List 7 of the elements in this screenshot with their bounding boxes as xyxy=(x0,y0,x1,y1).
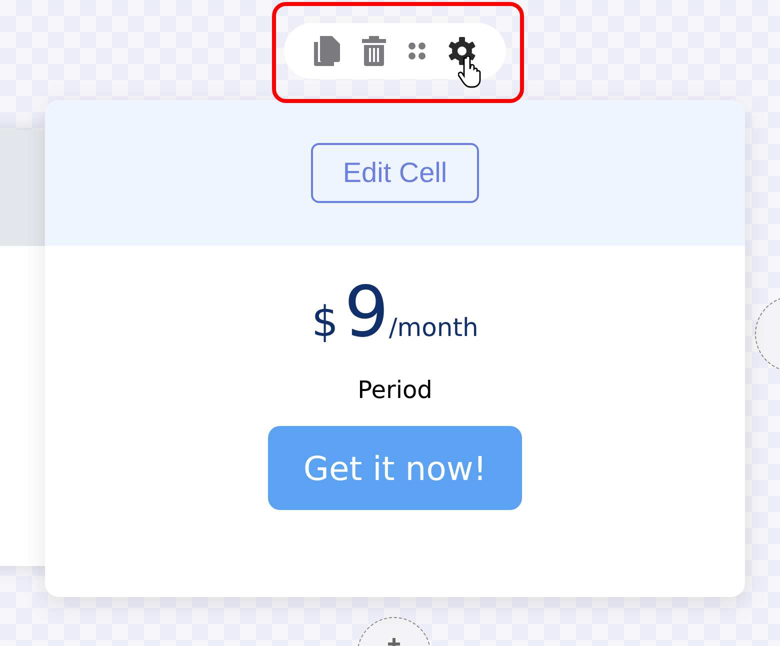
get-it-now-button[interactable]: Get it now! xyxy=(268,426,522,510)
trash-icon[interactable] xyxy=(362,36,386,66)
edit-cell-button[interactable]: Edit Cell xyxy=(311,143,479,203)
copy-icon[interactable] xyxy=(314,36,340,66)
period-label: Period xyxy=(358,376,432,404)
price: $9/month xyxy=(312,272,478,352)
drag-handle-icon[interactable] xyxy=(408,42,426,60)
